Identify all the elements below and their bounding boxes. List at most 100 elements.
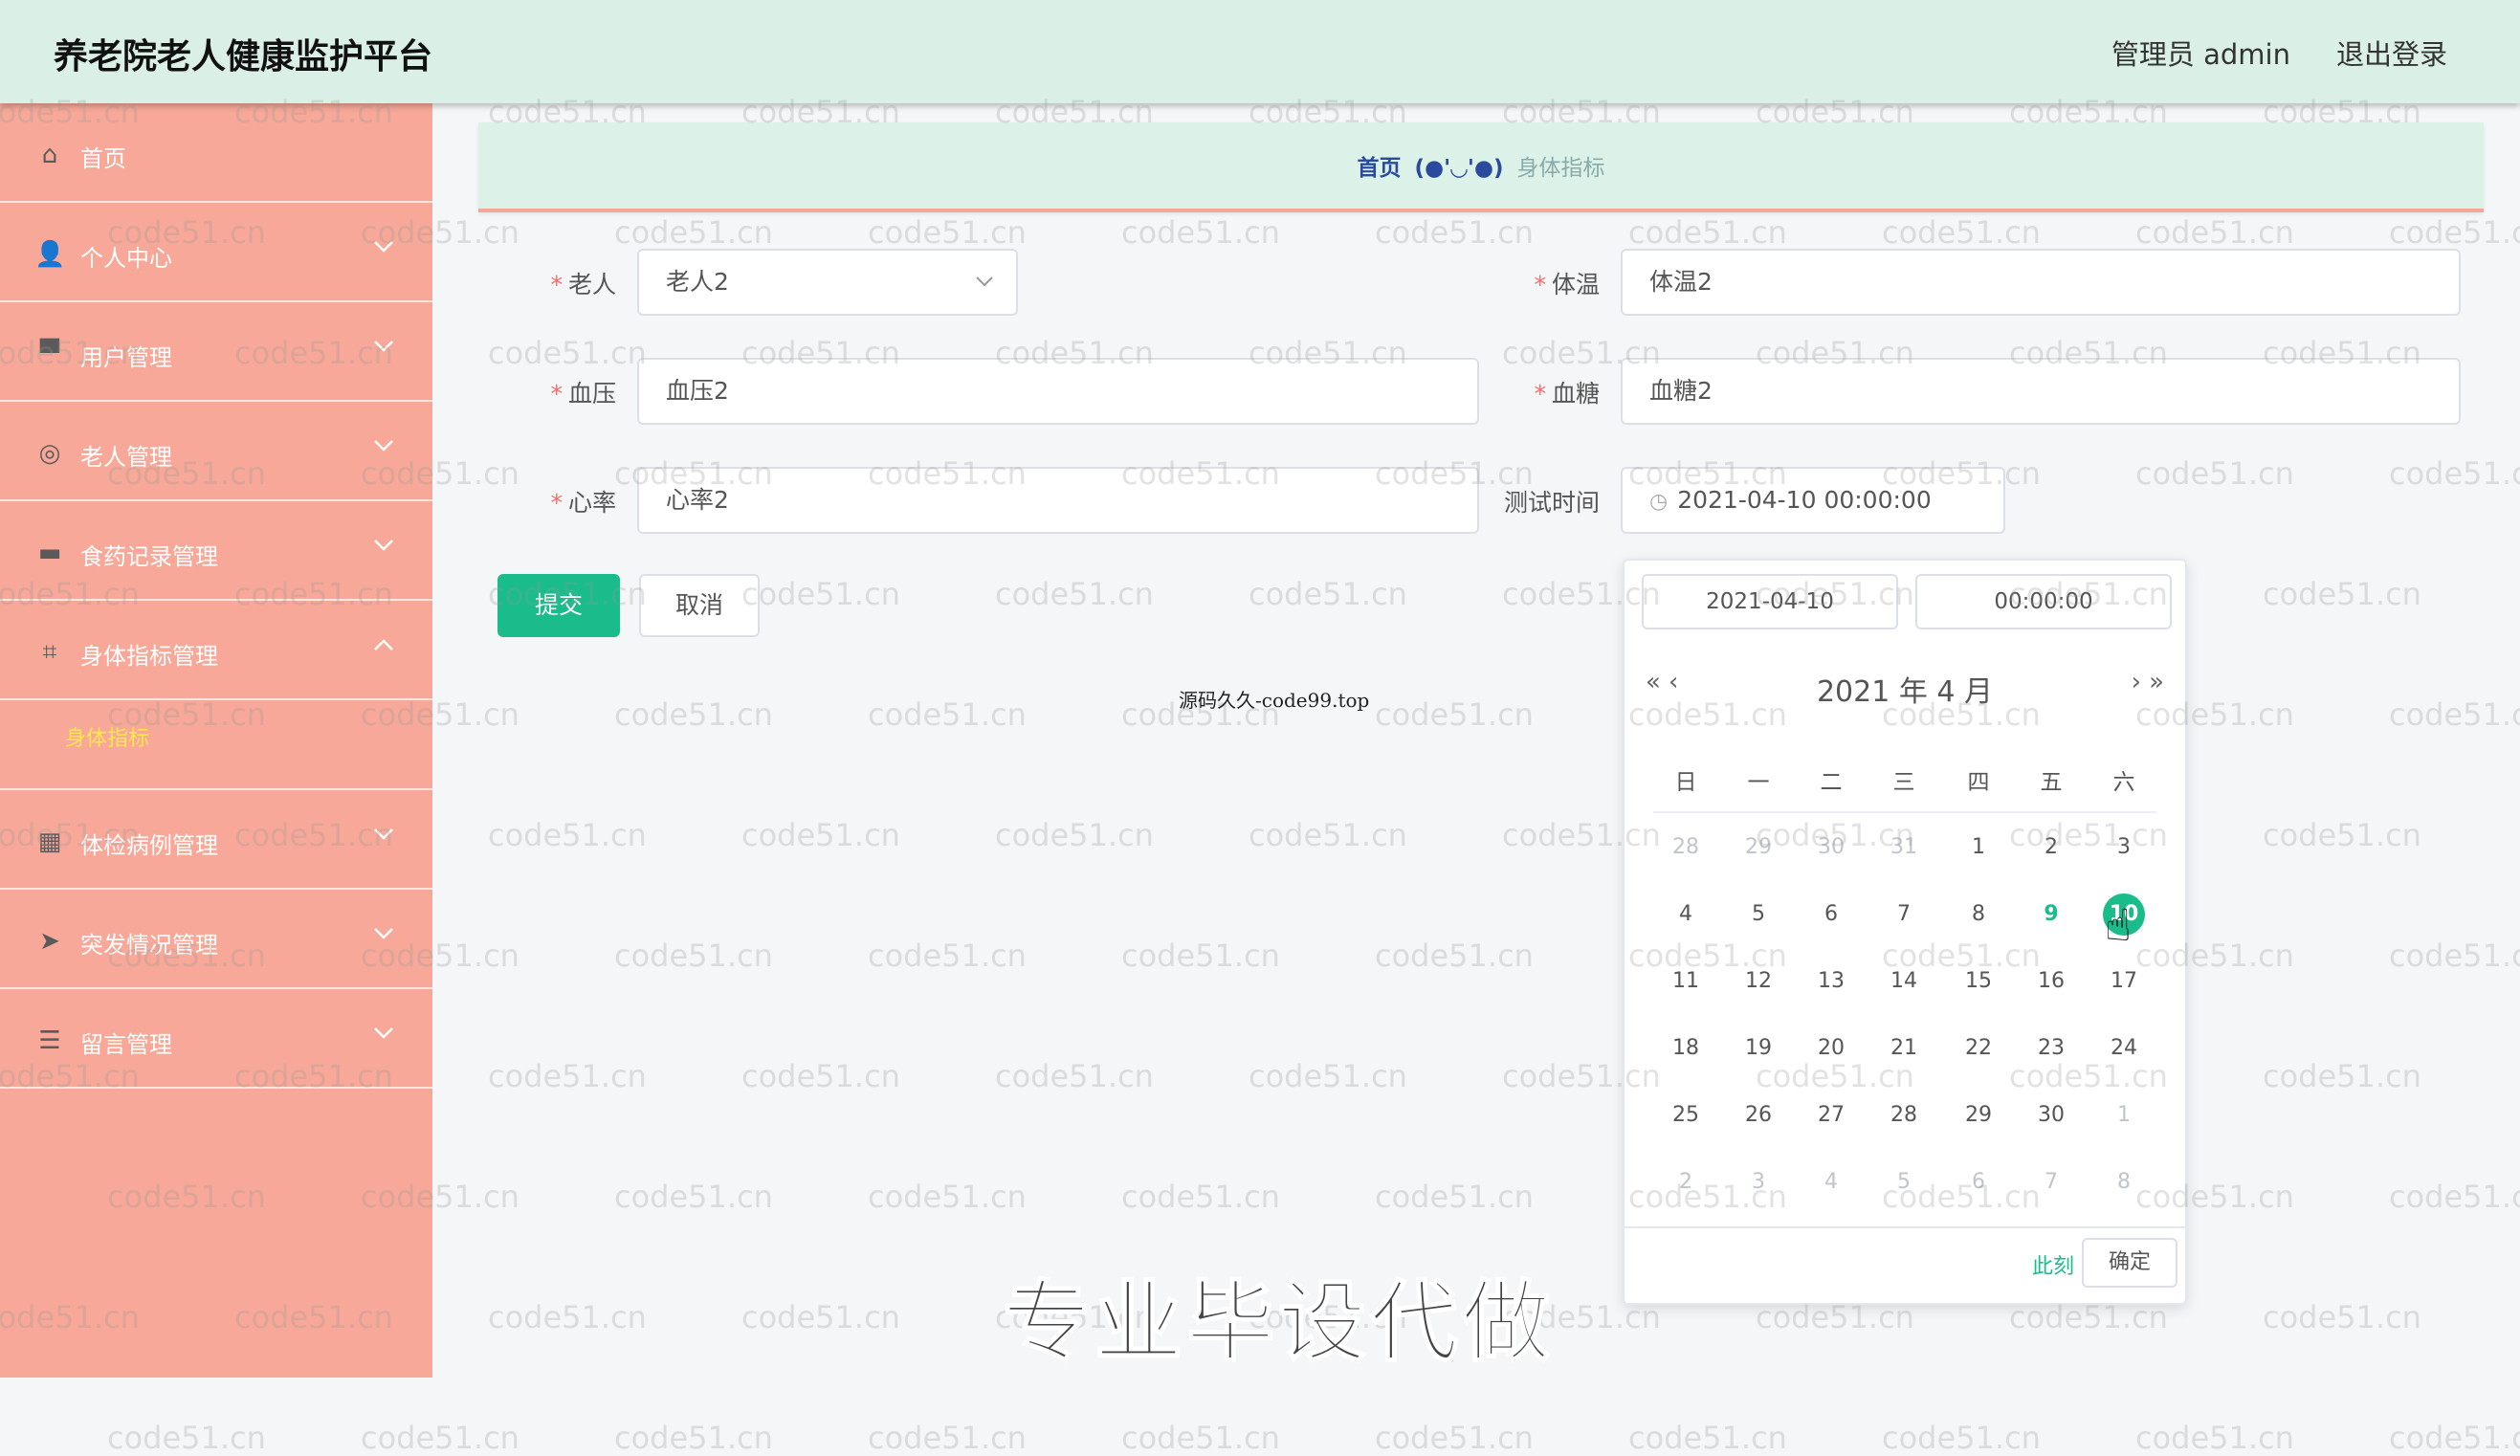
admin-label: 管理员 admin (2111, 38, 2290, 71)
date-cell[interactable]: 21 (1883, 1027, 1925, 1070)
cancel-button[interactable]: 取消 (639, 574, 760, 637)
watermark-text: code51.cn (1375, 214, 1534, 251)
sidebar-item-0[interactable]: ⌂ 首页 (0, 103, 432, 203)
sidebar-item-3[interactable]: ◎ 老人管理 (0, 402, 432, 501)
chevron-down-icon (373, 235, 394, 259)
date-cell[interactable]: 14 (1883, 960, 1925, 1003)
date-cell[interactable]: 28 (1665, 827, 1707, 869)
grid-icon: ▦ (37, 827, 62, 856)
top-bar: 养老院老人健康监护平台 管理员 admin 退出登录 (0, 0, 2520, 103)
date-cell[interactable]: 20 (1810, 1027, 1852, 1070)
date-cell[interactable]: 27 (1810, 1094, 1852, 1136)
date-cell[interactable]: 2 (2030, 827, 2072, 869)
date-cell[interactable]: 2 (1665, 1161, 1707, 1203)
sidebar-item-label: 老人管理 (80, 444, 172, 471)
picker-time-input[interactable]: 00:00:00 (1915, 574, 2172, 629)
date-cell[interactable]: 19 (1737, 1027, 1779, 1070)
now-button[interactable]: 此刻 (2032, 1249, 2074, 1280)
date-cell[interactable]: 25 (1665, 1094, 1707, 1136)
date-cell[interactable]: 26 (1737, 1094, 1779, 1136)
sidebar-item-label: 身体指标管理 (80, 643, 218, 670)
date-cell[interactable]: 17 (2103, 960, 2145, 1003)
date-cell[interactable]: 18 (1665, 1027, 1707, 1070)
watermark-text: code51.cn (2389, 1179, 2520, 1215)
submit-button[interactable]: 提交 (497, 574, 620, 637)
date-cell[interactable]: 7 (1883, 893, 1925, 936)
date-cell[interactable]: 1 (2103, 1094, 2145, 1136)
crop-icon: ⌗ (42, 638, 57, 667)
watermark-text: code51.cn (1249, 817, 1407, 853)
user-icon: 👤 (34, 240, 66, 269)
chevron-down-icon (373, 335, 394, 359)
weekday-header: 五 (2040, 770, 2063, 795)
compass-icon: ◎ (38, 439, 61, 468)
date-cell[interactable]: 3 (1737, 1161, 1779, 1203)
breadcrumb-home[interactable]: 首页 (1358, 156, 1402, 181)
sidebar-item-6[interactable]: ▦ 体检病例管理 (0, 790, 432, 890)
date-cell[interactable]: 3 (2103, 827, 2145, 869)
date-cell[interactable]: 29 (1957, 1094, 2000, 1136)
date-cell[interactable]: 15 (1957, 960, 2000, 1003)
logout-button[interactable]: 退出登录 (2336, 33, 2447, 73)
prev-year-icon[interactable]: « (1646, 668, 1661, 696)
blood-pressure-input[interactable]: 血压2 (637, 358, 1479, 425)
date-cell[interactable]: 6 (1810, 893, 1852, 936)
sidebar-item-1[interactable]: 👤 个人中心 (0, 203, 432, 302)
watermark-text: code51.cn (741, 576, 900, 612)
sidebar-item-label: 体检病例管理 (80, 832, 218, 859)
prev-month-icon[interactable]: ‹ (1669, 668, 1678, 696)
watermark-text: code51.cn (614, 696, 773, 733)
date-cell[interactable]: 23 (2030, 1027, 2072, 1070)
watermark-text: code51.cn (995, 576, 1154, 612)
date-cell[interactable]: 30 (1810, 827, 1852, 869)
date-cell[interactable]: 13 (1810, 960, 1852, 1003)
heart-rate-input[interactable]: 心率2 (637, 467, 1479, 534)
watermark-text: code51.cn (2389, 696, 2520, 733)
heart-rate-label: * 心率 (550, 489, 616, 517)
date-cell[interactable]: 8 (1957, 893, 2000, 936)
date-cell[interactable]: 4 (1810, 1161, 1852, 1203)
date-cell[interactable]: 24 (2103, 1027, 2145, 1070)
blood-sugar-input[interactable]: 血糖2 (1621, 358, 2461, 425)
date-cell[interactable]: 30 (2030, 1094, 2072, 1136)
date-cell[interactable]: 7 (2030, 1161, 2072, 1203)
date-cell[interactable]: 1 (1957, 827, 2000, 869)
watermark-text: code51.cn (1121, 1179, 1280, 1215)
date-cell[interactable]: 12 (1737, 960, 1779, 1003)
date-cell[interactable]: 16 (2030, 960, 2072, 1003)
sidebar-item-5[interactable]: ⌗ 身体指标管理 (0, 601, 432, 700)
date-cell[interactable]: 6 (1957, 1161, 2000, 1203)
elder-select[interactable]: 老人2 (637, 249, 1018, 316)
sidebar-item-8[interactable]: ☰ 留言管理 (0, 989, 432, 1089)
sidebar-item-4[interactable]: ▬ 食药记录管理 (0, 501, 432, 601)
weekday-divider (1653, 811, 2156, 813)
watermark-text: code51.cn (1121, 1420, 1280, 1456)
date-cell[interactable]: 22 (1957, 1027, 2000, 1070)
date-cell[interactable]: 29 (1737, 827, 1779, 869)
watermark-text: code51.cn (2263, 576, 2421, 612)
date-cell[interactable]: 5 (1883, 1161, 1925, 1203)
picker-date-input[interactable]: 2021-04-10 (1642, 574, 1898, 629)
next-month-icon[interactable]: › (2132, 668, 2141, 696)
date-cell[interactable]: 5 (1737, 893, 1779, 936)
watermark-text: code51.cn (488, 1058, 647, 1094)
sidebar-item-7[interactable]: ➤ 突发情况管理 (0, 890, 432, 989)
sidebar-item-2[interactable]: ▀ 用户管理 (0, 302, 432, 402)
watermark-text: code51.cn (868, 214, 1027, 251)
test-time-input[interactable]: ◷ 2021-04-10 00:00:00 (1621, 467, 2005, 534)
date-cell[interactable]: 11 (1665, 960, 1707, 1003)
breadcrumb-separator: (●'◡'●) (1414, 156, 1504, 181)
next-year-icon[interactable]: » (2149, 668, 2164, 696)
date-cell[interactable]: 9 (2030, 893, 2072, 936)
confirm-button[interactable]: 确定 (2082, 1238, 2177, 1288)
temperature-input[interactable]: 体温2 (1621, 249, 2461, 316)
date-cell[interactable]: 28 (1883, 1094, 1925, 1136)
watermark-text: code51.cn (2135, 1420, 2294, 1456)
watermark-text: code51.cn (741, 817, 900, 853)
watermark-text: code51.cn (488, 817, 647, 853)
breadcrumb: 首页 (●'◡'●) 身体指标 (478, 122, 2484, 212)
sidebar-subitem-0[interactable]: 身体指标 (0, 700, 432, 790)
date-cell[interactable]: 4 (1665, 893, 1707, 936)
date-cell[interactable]: 31 (1883, 827, 1925, 869)
date-cell[interactable]: 8 (2103, 1161, 2145, 1203)
